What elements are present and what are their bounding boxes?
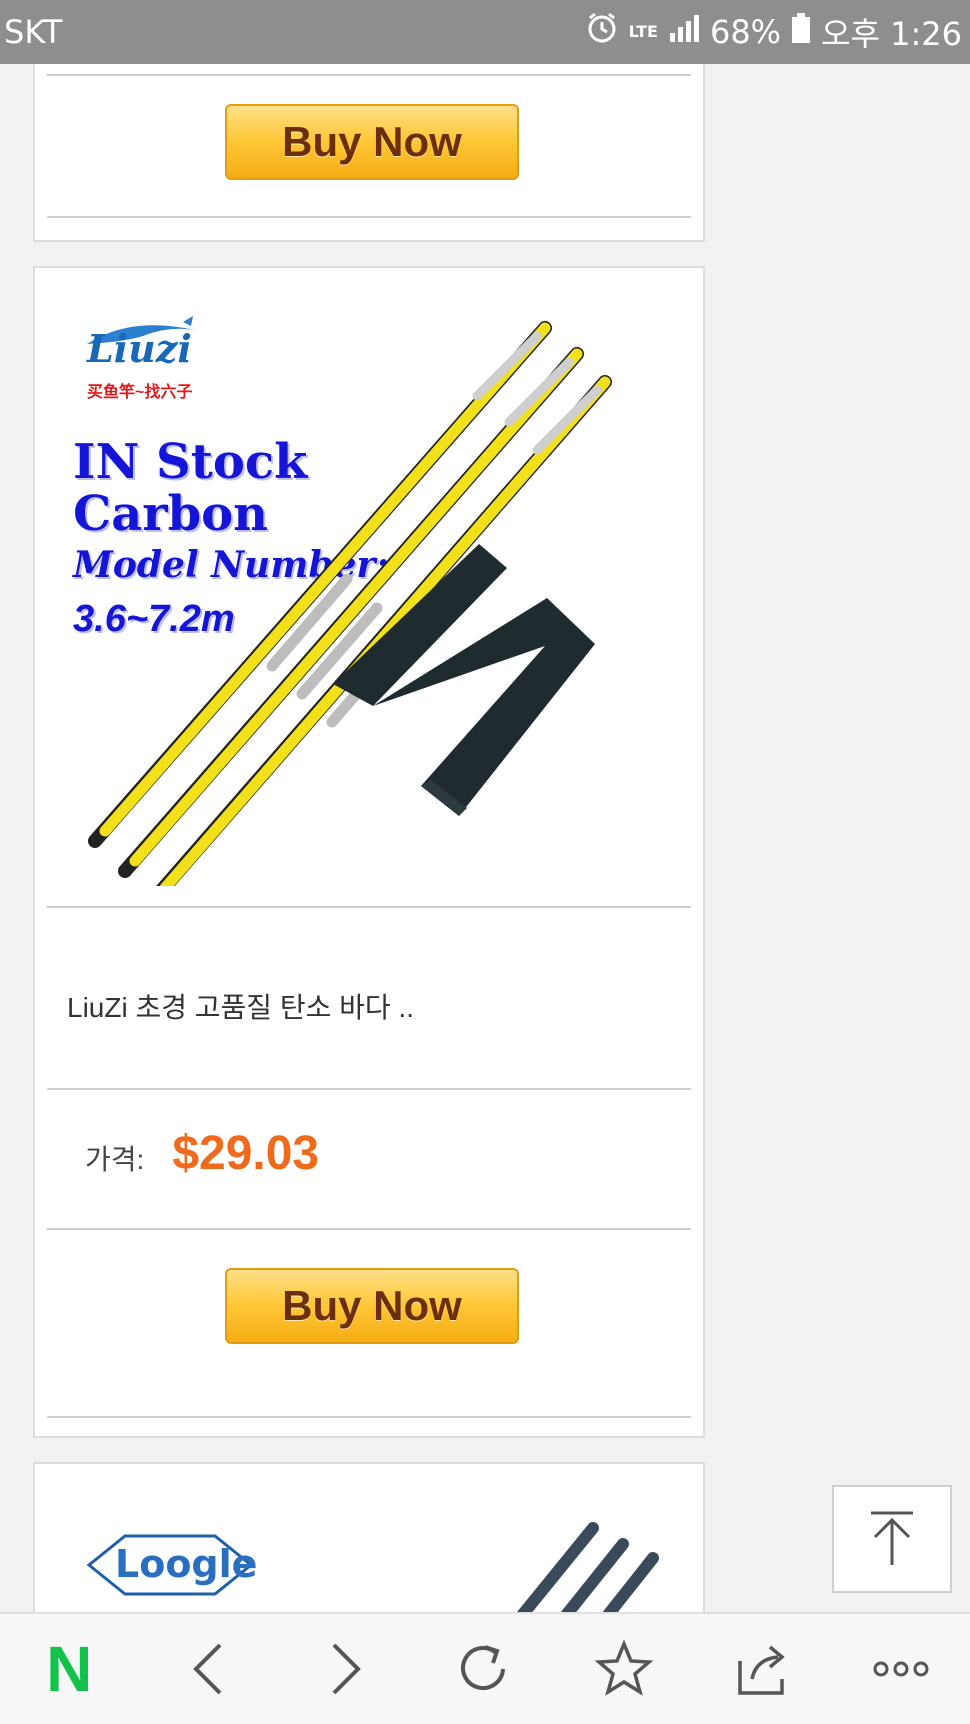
loogle-logo-text: Loogle [115, 1542, 258, 1586]
product-card[interactable]: Liuzi 买鱼竿~找六子 IN Stock Carbon Model Numb… [33, 266, 705, 1438]
price-value: $29.03 [172, 1127, 320, 1180]
share-button[interactable] [717, 1624, 807, 1714]
rod-preview-icon [517, 1522, 659, 1612]
loogle-logo: Loogle [85, 1532, 258, 1598]
price-label: 가격: [85, 1144, 145, 1175]
product-list[interactable]: Buy Now Liuzi 买鱼竿~找六子 IN Stock Carbon Mo… [0, 64, 970, 1612]
status-bar: SKT LTE 68% 오후 1:26 [0, 0, 970, 64]
product-title[interactable]: LiuZi 초경 고품질 탄소 바다 .. [67, 986, 414, 1026]
divider [47, 1228, 691, 1230]
divider [47, 216, 691, 218]
divider [47, 74, 691, 76]
share-icon [738, 1645, 785, 1695]
divider [47, 906, 691, 908]
more-dots-icon [873, 1661, 929, 1677]
alarm-icon [585, 11, 619, 53]
carrier-label: SKT [4, 13, 63, 51]
signal-icon [668, 13, 700, 51]
chevron-left-icon [193, 1643, 222, 1695]
buy-now-button[interactable]: Buy Now [225, 1268, 519, 1344]
battery-percent: 68% [709, 13, 782, 51]
product-card[interactable]: Loogle [33, 1462, 705, 1612]
divider [47, 1088, 691, 1090]
product-image[interactable]: Liuzi 买鱼竿~找六子 IN Stock Carbon Model Numb… [47, 286, 693, 886]
bookmark-button[interactable] [579, 1624, 669, 1714]
star-icon [594, 1639, 653, 1696]
chevron-right-icon [332, 1643, 362, 1695]
back-button[interactable] [163, 1624, 253, 1714]
arrow-up-icon [871, 1511, 913, 1565]
clock: 오후 1:26 [821, 15, 962, 53]
forward-button[interactable] [301, 1624, 391, 1714]
scroll-to-top-button[interactable] [832, 1485, 952, 1593]
reload-button[interactable] [440, 1624, 530, 1714]
reload-icon [461, 1645, 505, 1690]
product-card: Buy Now [33, 64, 705, 242]
more-button[interactable] [856, 1624, 946, 1714]
battery-icon [791, 12, 811, 52]
browser-toolbar: N [0, 1612, 970, 1724]
lte-icon: LTE [628, 22, 658, 41]
divider [47, 1416, 691, 1418]
buy-now-button[interactable]: Buy Now [225, 104, 519, 180]
fishing-rods-icon [88, 321, 612, 886]
naver-home-button[interactable]: N [24, 1624, 114, 1714]
naver-logo-icon: N [46, 1633, 93, 1705]
status-indicators: LTE 68% 오후 1:26 [585, 9, 962, 55]
price-row: 가격: $29.03 [85, 1126, 319, 1181]
